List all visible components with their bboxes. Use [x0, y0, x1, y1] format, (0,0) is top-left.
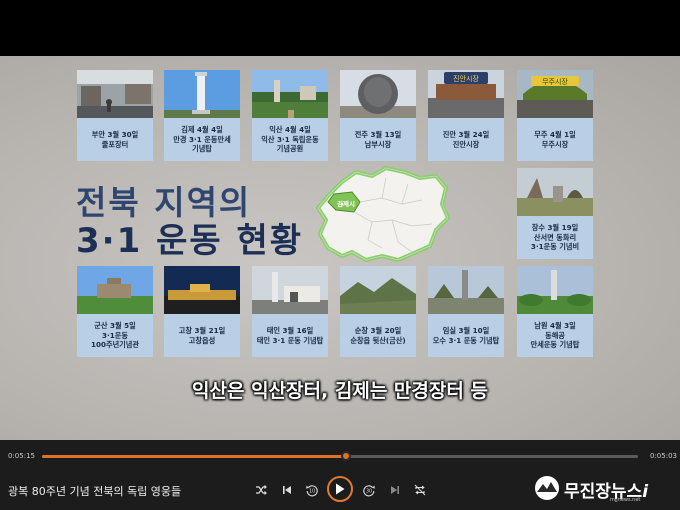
video-frame[interactable]: 부안 3월 30일 줄포장터 김제 4월 4일 만경 3·1 운동만세 기념탑 익산 … — [0, 56, 680, 440]
card-label: 순창 3월 20일 순창읍 뒷산(금산) — [340, 314, 416, 357]
card-taein: 태인 3월 16일 태인 3·1 운동 기념탑 — [252, 266, 328, 358]
forward-30-icon[interactable]: 30 — [362, 483, 376, 497]
play-icon — [336, 483, 345, 495]
card-gochang: 고창 3월 21일 고창읍성 — [164, 266, 240, 358]
photo-market-street — [77, 70, 153, 118]
photo-memorial-monument — [252, 266, 328, 314]
shuffle-icon[interactable] — [255, 484, 267, 496]
photo-memorial-park — [252, 70, 328, 118]
card-label: 장수 3월 19일 산서면 동화리 3·1운동 기념비 — [517, 216, 593, 259]
card-label: 군산 3월 5일 3·1운동 100주년기념관 — [77, 314, 153, 357]
card-namwon: 남원 4월 3일 동해공 만세운동 기념탑 — [517, 266, 593, 358]
time-current: 0:05:15 — [8, 452, 35, 460]
svg-text:김제시: 김제시 — [337, 199, 355, 208]
svg-text:10: 10 — [309, 489, 315, 495]
repeat-off-icon[interactable] — [414, 484, 426, 496]
player-controls: 0:05:15 0:05:03 광복 80주년 기념 전북의 독립 영웅들 10… — [0, 440, 680, 510]
svg-text:무주시장: 무주시장 — [542, 77, 568, 86]
photo-memorial-tower-garden — [517, 266, 593, 314]
letterbox-top — [0, 0, 680, 56]
time-total: 0:05:03 — [650, 452, 677, 460]
photo-mountain-landscape — [340, 266, 416, 314]
logo-emblem-icon — [535, 476, 559, 500]
card-label: 무주 4월 1일 무주시장 — [517, 118, 593, 161]
logo-url: mjjnews.net — [610, 497, 641, 503]
card-jeonju: 전주 3월 13일 남부시장 — [340, 70, 416, 162]
jeonbuk-map: 김제시 — [315, 165, 451, 263]
video-title: 광복 80주년 기념 전북의 독립 영웅들 — [8, 485, 182, 498]
svg-text:30: 30 — [366, 489, 372, 495]
play-button[interactable] — [327, 476, 353, 502]
card-buan: 부안 3월 30일 줄포장터 — [77, 70, 153, 162]
card-gunsan: 군산 3월 5일 3·1운동 100주년기념관 — [77, 266, 153, 358]
card-label: 남원 4월 3일 동해공 만세운동 기념탑 — [517, 314, 593, 357]
card-sunchang: 순창 3월 20일 순창읍 뒷산(금산) — [340, 266, 416, 358]
card-label: 전주 3월 13일 남부시장 — [340, 118, 416, 161]
seek-bar[interactable] — [42, 451, 638, 461]
card-jinan: 진안시장 진안 3월 24일 진안시장 — [428, 70, 504, 162]
card-label: 진안 3월 24일 진안시장 — [428, 118, 504, 161]
seek-bar-handle[interactable] — [340, 451, 351, 461]
photo-memorial-stone-field — [517, 168, 593, 216]
card-jangsu: 장수 3월 19일 산서면 동화리 3·1운동 기념비 — [517, 168, 593, 260]
photo-market-entrance: 무주시장 — [517, 70, 593, 118]
card-muju: 무주시장 무주 4월 1일 무주시장 — [517, 70, 593, 162]
card-label: 부안 3월 30일 줄포장터 — [77, 118, 153, 161]
channel-logo: 무진장뉴스i mjjnews.net — [534, 475, 674, 505]
svg-text:진안시장: 진안시장 — [453, 74, 479, 83]
card-label: 임실 3월 10일 오수 3·1 운동 기념탑 — [428, 314, 504, 357]
rewind-10-icon[interactable]: 10 — [305, 483, 319, 497]
slide-title-line2: 3·1 운동 현황 — [76, 221, 304, 261]
caption-subtitle: 익산은 익산장터, 김제는 만경장터 등 — [192, 380, 488, 402]
card-label: 고창 3월 21일 고창읍성 — [164, 314, 240, 357]
photo-memorial-hall — [77, 266, 153, 314]
card-label: 익산 4월 4일 익산 3·1 독립운동 기념공원 — [252, 118, 328, 161]
seek-bar-progress — [42, 455, 346, 458]
photo-market-gate: 진안시장 — [428, 70, 504, 118]
photo-castle-night — [164, 266, 240, 314]
card-label: 김제 4월 4일 만경 3·1 운동만세 기념탑 — [164, 118, 240, 161]
card-gimje: 김제 4월 4일 만경 3·1 운동만세 기념탑 — [164, 70, 240, 162]
card-imsil: 임실 3월 10일 오수 3·1 운동 기념탑 — [428, 266, 504, 358]
photo-memorial-tower-park — [428, 266, 504, 314]
card-iksan: 익산 4월 4일 익산 3·1 독립운동 기념공원 — [252, 70, 328, 162]
photo-memorial-tower — [164, 70, 240, 118]
photo-monument-stone — [340, 70, 416, 118]
previous-icon[interactable] — [281, 484, 293, 496]
card-label: 태인 3월 16일 태인 3·1 운동 기념탑 — [252, 314, 328, 357]
next-icon[interactable] — [389, 484, 401, 496]
